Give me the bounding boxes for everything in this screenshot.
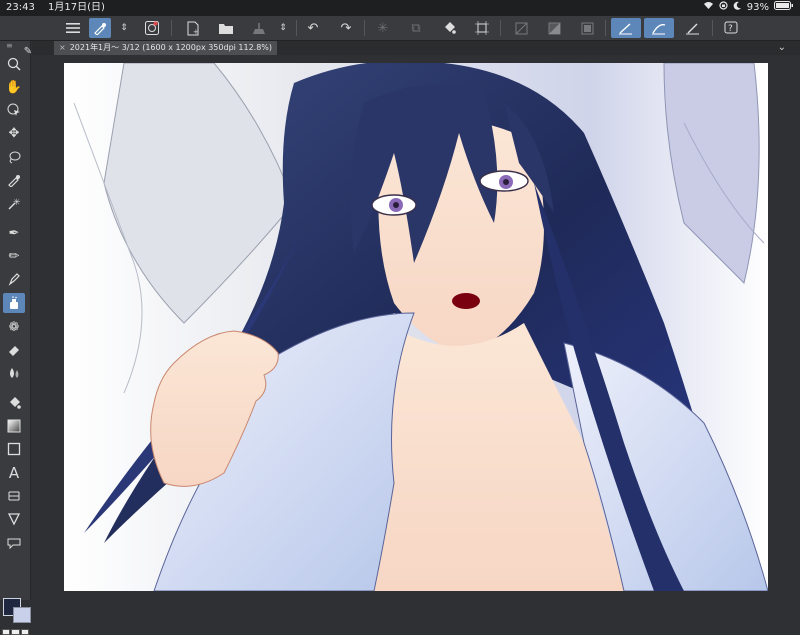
- hand-icon[interactable]: ✋: [3, 77, 25, 97]
- eyedropper-tool-icon[interactable]: [3, 170, 25, 190]
- pen-icon[interactable]: ✒: [3, 223, 25, 243]
- toolbar-divider: [500, 20, 501, 36]
- status-bar: 23:43 1月17日(日) 93%: [0, 0, 800, 16]
- command-bar: ⇕ + ⇕ ↶ ↷ ✳ ⧉ ?: [0, 16, 800, 41]
- fill-icon[interactable]: [3, 393, 25, 413]
- magic-wand-icon[interactable]: ✳: [3, 193, 25, 213]
- object-select-icon[interactable]: [3, 100, 25, 120]
- save-icon[interactable]: [248, 18, 270, 38]
- redo-icon[interactable]: ↷: [335, 18, 357, 38]
- menu-icon[interactable]: [62, 18, 84, 38]
- ink-pen-icon[interactable]: [3, 269, 25, 289]
- up-down-icon[interactable]: ⇕: [117, 18, 131, 38]
- toolbar-divider: [296, 20, 297, 36]
- transform-icon[interactable]: [471, 18, 493, 38]
- decoration-icon[interactable]: ❁: [3, 317, 25, 337]
- balloon-icon[interactable]: [3, 533, 25, 553]
- new-file-icon[interactable]: +: [182, 18, 204, 38]
- wifi-icon: [703, 0, 714, 16]
- document-tab-title: 2021年1月～ 3/12 (1600 x 1200px 350dpi 112.…: [69, 43, 273, 52]
- chevron-down-icon[interactable]: ⌄: [778, 41, 786, 55]
- ruler-icon[interactable]: [510, 18, 532, 38]
- blend-icon[interactable]: [3, 363, 25, 383]
- frame-border-icon[interactable]: [3, 486, 25, 506]
- sub-color-swatch[interactable]: [13, 607, 31, 623]
- pencil-icon[interactable]: ✏: [3, 246, 25, 266]
- document-tab-strip: × 2021年1月～ 3/12 (1600 x 1200px 350dpi 112…: [32, 41, 800, 55]
- copy-icon[interactable]: ⧉: [405, 18, 427, 38]
- rotation-lock-icon: [719, 0, 728, 16]
- lasso-icon[interactable]: [3, 147, 25, 167]
- eyedropper-icon[interactable]: [89, 18, 111, 38]
- select-all-icon[interactable]: ✳: [372, 18, 394, 38]
- battery-icon: [774, 0, 794, 16]
- moon-icon: [733, 0, 742, 16]
- correct-line-icon[interactable]: [3, 509, 25, 529]
- toolbar-divider: [171, 20, 172, 36]
- frame-icon[interactable]: [576, 18, 598, 38]
- tool-palette: ≡ ✎ ✋ ✥ ✳ ✒ ✏ ❁ A: [0, 41, 32, 635]
- transparent-color-row[interactable]: [2, 629, 29, 635]
- help-icon[interactable]: ?: [720, 18, 742, 38]
- svg-text:?: ?: [728, 24, 733, 34]
- snap-grid-icon[interactable]: [682, 18, 704, 38]
- snap-ruler-icon[interactable]: [611, 18, 641, 38]
- close-tab-icon[interactable]: ×: [59, 43, 66, 52]
- move-icon[interactable]: ✥: [3, 123, 25, 143]
- toolbar-divider: [712, 20, 713, 36]
- text-icon[interactable]: A: [3, 463, 25, 483]
- undo-icon[interactable]: ↶: [302, 18, 324, 38]
- svg-text:✳: ✳: [13, 198, 21, 208]
- document-tab[interactable]: × 2021年1月～ 3/12 (1600 x 1200px 350dpi 112…: [54, 41, 278, 55]
- toolbar-divider: [364, 20, 365, 36]
- figure-icon[interactable]: [3, 439, 25, 459]
- settings-icon[interactable]: [141, 18, 163, 38]
- gradient-icon[interactable]: [543, 18, 565, 38]
- artwork-illustration: [64, 63, 768, 591]
- status-time: 23:43: [6, 2, 35, 13]
- gradient-tool-icon[interactable]: [3, 416, 25, 436]
- up-down-icon[interactable]: ⇕: [276, 18, 290, 38]
- eraser-icon[interactable]: [3, 340, 25, 360]
- fill-bucket-icon[interactable]: [438, 18, 460, 38]
- open-folder-icon[interactable]: [215, 18, 237, 38]
- battery-percent: 93%: [746, 2, 769, 13]
- status-date: 1月17日(日): [48, 2, 105, 13]
- airbrush-icon[interactable]: [3, 293, 25, 313]
- drawing-canvas[interactable]: [64, 63, 768, 591]
- toolbar-divider: [605, 20, 606, 36]
- snap-special-ruler-icon[interactable]: [644, 18, 674, 38]
- svg-text:+: +: [193, 28, 199, 36]
- palette-handle-icon[interactable]: ≡: [6, 41, 13, 50]
- zoom-icon[interactable]: [3, 54, 25, 74]
